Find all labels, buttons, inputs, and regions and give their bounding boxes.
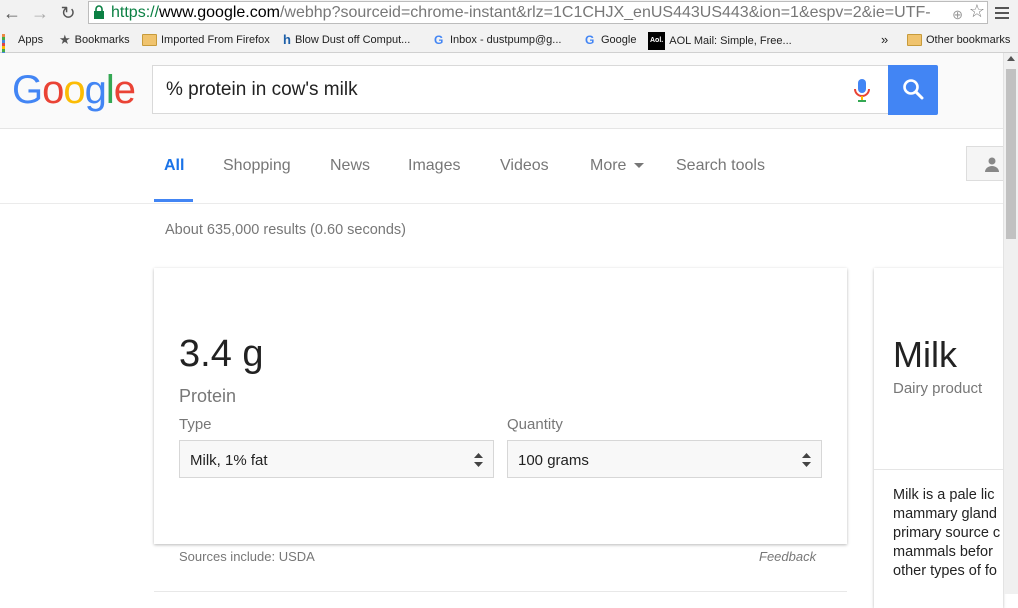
- apps-grid-icon: [2, 34, 14, 62]
- quantity-label: Quantity: [507, 416, 563, 433]
- google-logo-letter: l: [105, 68, 115, 112]
- reload-button[interactable]: ↻: [56, 2, 80, 24]
- bookmark-aol-mail[interactable]: Aol. AOL Mail: Simple, Free...: [648, 32, 792, 50]
- result-stats: About 635,000 results (0.60 seconds): [165, 222, 407, 238]
- tab-videos[interactable]: Videos: [500, 157, 549, 175]
- url-host: www.google.com: [159, 4, 280, 21]
- back-arrow-icon: ←: [3, 3, 21, 23]
- search-header: Google % protein in cow's milk: [0, 53, 1003, 129]
- nutrient-amount: 3.4 g: [179, 333, 264, 375]
- bookmark-imported-from-firefox[interactable]: Imported From Firefox: [142, 32, 270, 48]
- search-button[interactable]: [888, 65, 938, 115]
- type-label: Type: [179, 416, 212, 433]
- account-button[interactable]: [966, 146, 1006, 181]
- person-icon: [985, 157, 999, 172]
- quantity-select-value: 100 grams: [518, 452, 589, 469]
- url-path: /webhp?sourceid=chrome-instant&rlz=1C1CH…: [279, 4, 931, 21]
- caret-down-icon: [633, 163, 644, 169]
- folder-icon: [907, 34, 922, 47]
- google-logo-letter: g: [84, 68, 107, 112]
- lock-icon: [94, 5, 104, 19]
- back-button[interactable]: ←: [0, 2, 24, 24]
- forward-arrow-icon: →: [31, 3, 49, 23]
- url-scheme: https://: [111, 4, 160, 21]
- knowledge-panel-description-line: primary source c: [893, 525, 1001, 541]
- google-logo[interactable]: Google: [12, 68, 136, 112]
- bookmark-blow-dust[interactable]: h Blow Dust off Comput...: [283, 32, 410, 48]
- folder-icon: [142, 34, 157, 47]
- tab-images[interactable]: Images: [408, 157, 460, 175]
- knowledge-panel-subtitle: Dairy product: [893, 380, 983, 397]
- bookmark-label: Imported From Firefox: [161, 34, 270, 46]
- tabs-divider: [0, 203, 1003, 204]
- feedback-link[interactable]: Feedback: [759, 549, 816, 564]
- search-query: % protein in cow's milk: [166, 79, 358, 100]
- bookmark-label: Other bookmarks: [926, 34, 1011, 46]
- knowledge-panel-title: Milk: [893, 334, 957, 375]
- aol-favicon-icon: Aol.: [648, 32, 666, 50]
- search-input[interactable]: % protein in cow's milk: [152, 65, 889, 114]
- bookmarks-bar: Apps ★ Bookmarks Imported From Firefox hB…: [0, 27, 1018, 62]
- type-select-value: Milk, 1% fat: [190, 452, 268, 469]
- knowledge-panel: Milk Dairy product Milk is a pale lic ma…: [874, 268, 1003, 608]
- bookmark-apps[interactable]: Apps: [2, 32, 44, 62]
- bookmark-label: Apps: [18, 34, 44, 46]
- site-favicon-icon: h: [283, 32, 291, 48]
- bookmark-label: Google: [601, 34, 637, 46]
- google-logo-letter: o: [63, 68, 85, 112]
- tab-more-label: More: [590, 157, 627, 174]
- url-text: https://www.google.com/webhp?sourceid=ch…: [111, 2, 931, 23]
- select-arrows-icon: [802, 453, 811, 467]
- scroll-up-arrow-icon[interactable]: [1007, 56, 1015, 61]
- bookmark-label: Bookmarks: [74, 34, 130, 46]
- search-icon: [903, 79, 924, 100]
- nutrition-answer-card: 3.4 g Protein Type Quantity Milk, 1% fat…: [154, 268, 847, 544]
- google-logo-letters: Google: [12, 68, 136, 112]
- scrollbar-thumb[interactable]: [1006, 69, 1016, 239]
- google-logo-letter: o: [42, 68, 64, 112]
- address-bar[interactable]: https://www.google.com/webhp?sourceid=ch…: [88, 1, 988, 24]
- active-tab-indicator: [154, 199, 193, 202]
- knowledge-panel-description-line: other types of fo: [893, 563, 997, 579]
- card-divider: [154, 591, 847, 592]
- chrome-menu-icon[interactable]: [994, 4, 1010, 22]
- reload-icon: ↻: [60, 3, 76, 23]
- google-favicon-icon: G: [585, 33, 595, 48]
- knowledge-panel-description-line: mammals befor: [893, 544, 993, 560]
- type-select[interactable]: Milk, 1% fat: [179, 440, 494, 478]
- tab-more[interactable]: More: [590, 157, 644, 175]
- star-icon: ★: [59, 32, 71, 48]
- select-arrows-icon: [474, 453, 483, 467]
- page-scrollbar[interactable]: [1003, 53, 1018, 594]
- tab-shopping[interactable]: Shopping: [223, 157, 291, 175]
- bookmark-inbox[interactable]: G Inbox - dustpump@g...: [434, 32, 561, 48]
- google-favicon-icon: G: [434, 33, 444, 48]
- bookmark-label: AOL Mail: Simple, Free...: [669, 34, 792, 47]
- google-logo-letter: G: [12, 68, 43, 112]
- tab-all[interactable]: All: [164, 157, 184, 175]
- forward-button[interactable]: →: [28, 2, 52, 24]
- browser-toolbar: ← → ↻ https://www.google.com/webhp?sourc…: [0, 0, 1018, 27]
- quantity-select[interactable]: 100 grams: [507, 440, 822, 478]
- microphone-icon[interactable]: [852, 78, 872, 104]
- bookmark-star-icon[interactable]: ☆: [969, 2, 985, 22]
- knowledge-panel-description-line: Milk is a pale lic: [893, 487, 995, 503]
- bookmark-other[interactable]: Other bookmarks: [907, 32, 1010, 48]
- bookmark-bookmarks[interactable]: ★ Bookmarks: [59, 32, 130, 48]
- bookmark-google[interactable]: G Google: [585, 32, 636, 48]
- tab-news[interactable]: News: [330, 157, 370, 175]
- nutrient-name: Protein: [179, 386, 237, 406]
- sources-text: Sources include: USDA: [179, 549, 315, 564]
- bookmark-label: Blow Dust off Comput...: [294, 34, 411, 46]
- google-logo-letter: e: [113, 68, 136, 112]
- bookmarks-overflow-button[interactable]: »: [881, 32, 888, 48]
- tab-search-tools[interactable]: Search tools: [676, 157, 765, 175]
- knowledge-panel-description-line: mammary gland: [893, 506, 997, 522]
- knowledge-panel-divider: [874, 469, 1003, 470]
- zoom-icon[interactable]: ⊕: [952, 4, 963, 23]
- bookmark-label: Inbox - dustpump@g...: [450, 34, 562, 46]
